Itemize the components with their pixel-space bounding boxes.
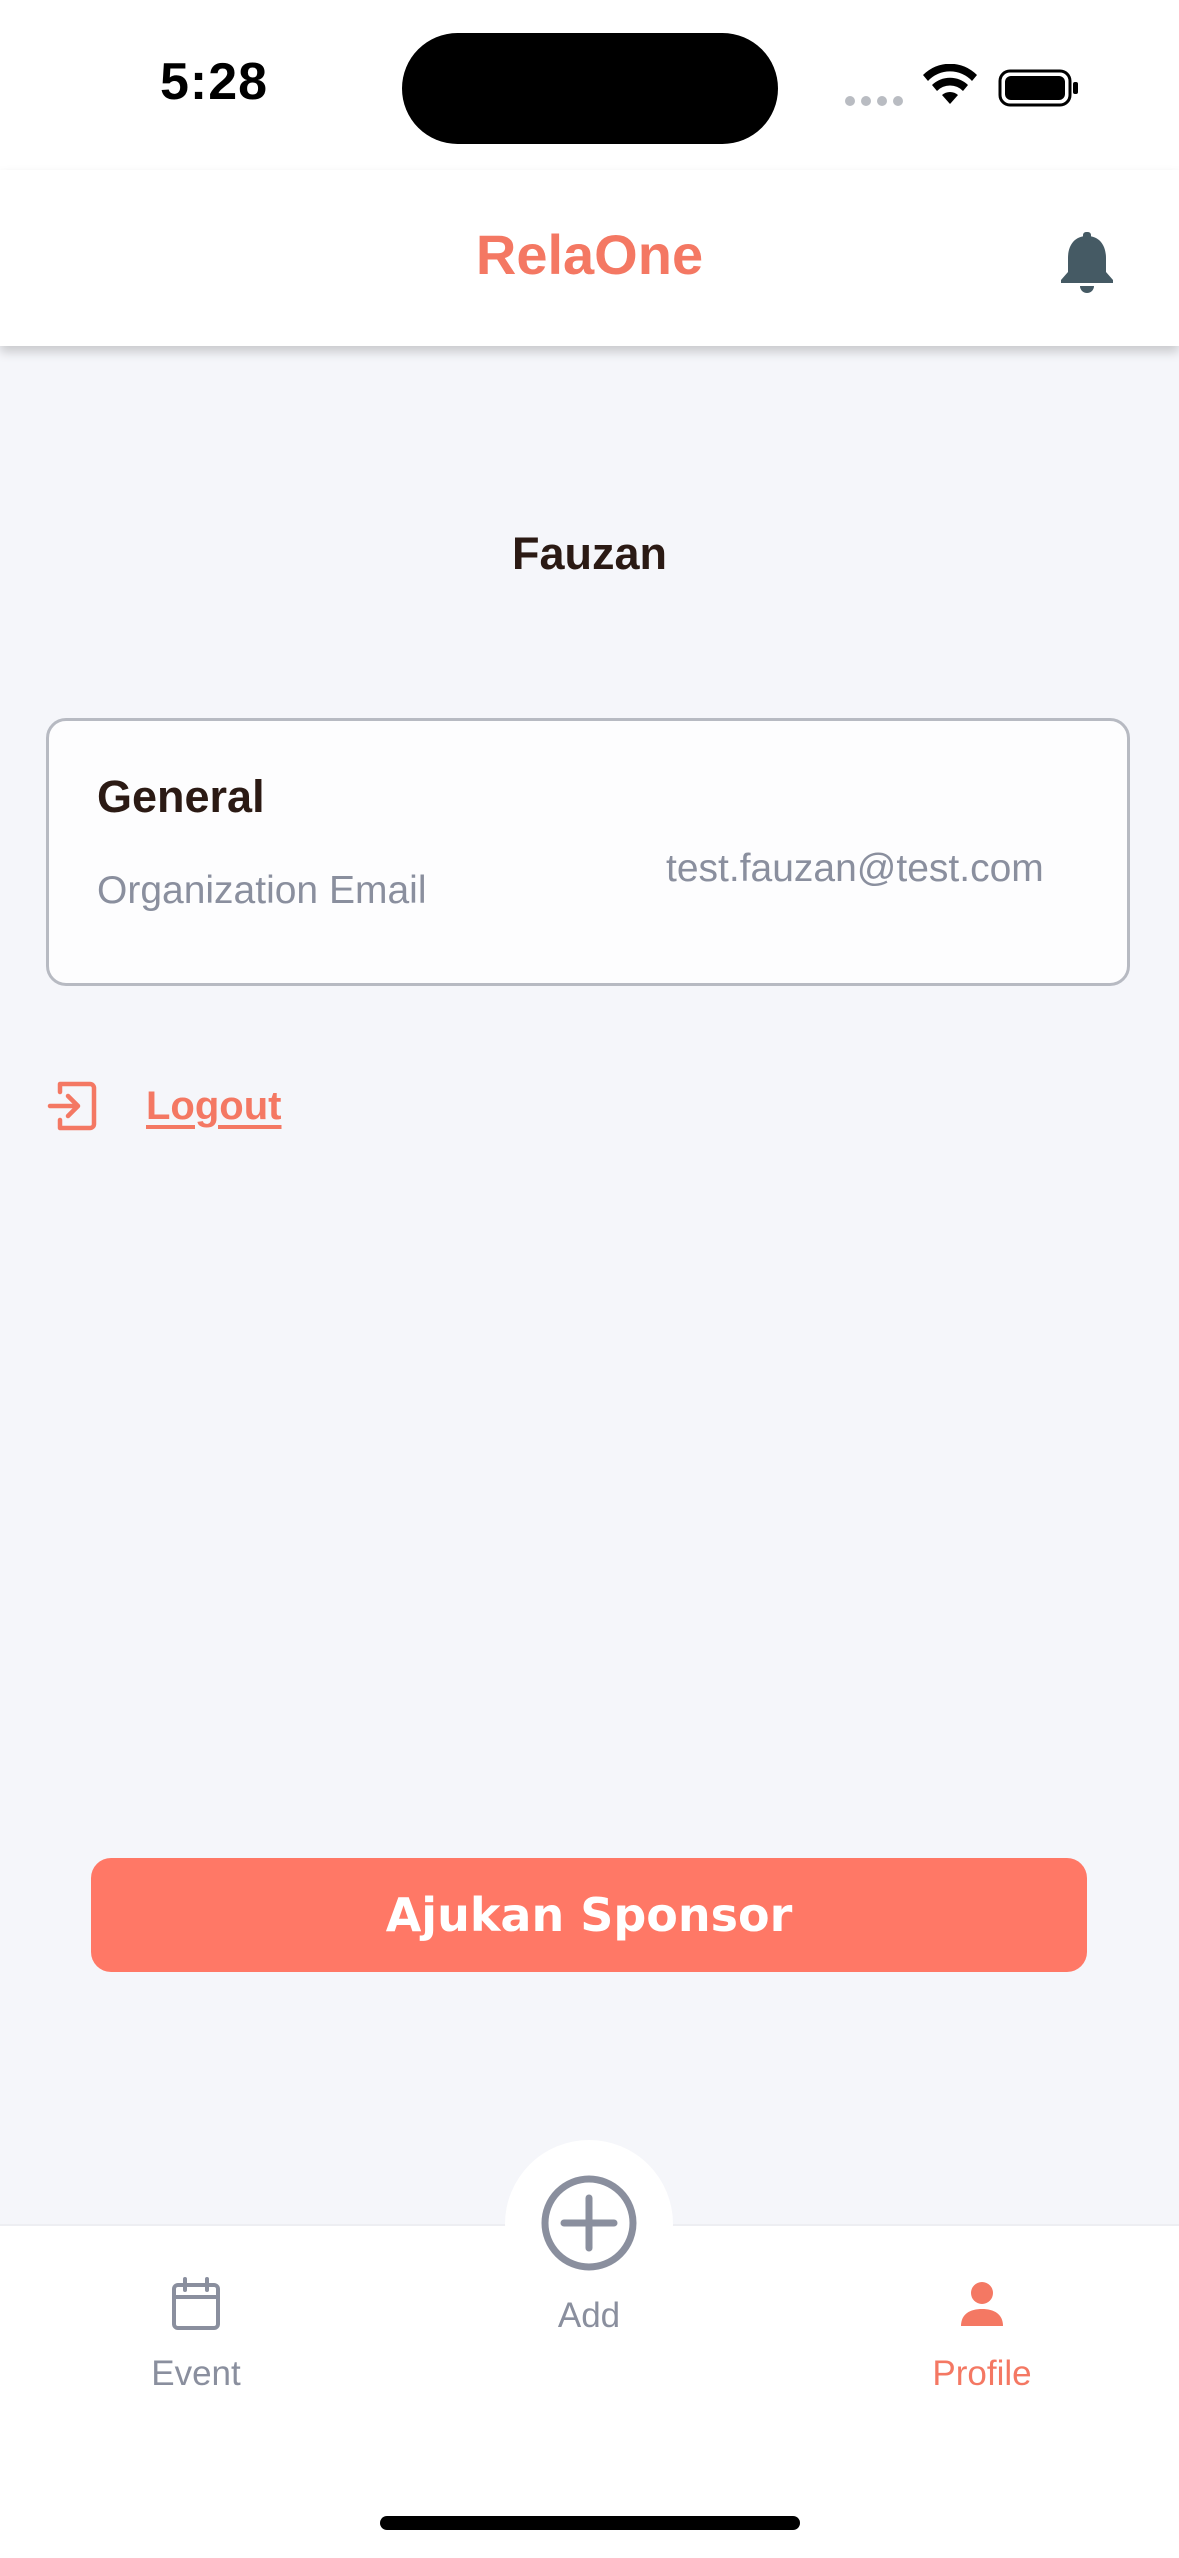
- battery-icon: [998, 69, 1078, 107]
- general-info-card: General Organization Email test.fauzan@t…: [46, 718, 1130, 986]
- status-bar: 5:28: [0, 0, 1179, 170]
- calendar-icon: [172, 2277, 220, 2330]
- general-section-title: General: [97, 771, 265, 822]
- organization-email-label: Organization Email: [97, 869, 427, 912]
- app-title: RelaOne: [475, 223, 704, 286]
- nav-profile-label: Profile: [932, 2354, 1032, 2393]
- profile-name: Fauzan: [511, 528, 668, 579]
- status-time: 5:28: [160, 53, 269, 111]
- ajukan-sponsor-button[interactable]: Ajukan Sponsor: [91, 1858, 1087, 1972]
- dynamic-island: [402, 33, 778, 144]
- organization-email-value: test.fauzan@test.com: [666, 847, 1044, 890]
- nav-add-tab[interactable]: Add: [494, 2174, 684, 2336]
- app-header: RelaOne: [0, 170, 1179, 346]
- nav-profile-tab[interactable]: Profile: [882, 2276, 1082, 2394]
- nav-add-label: Add: [557, 2296, 621, 2335]
- nav-event-label: Event: [151, 2354, 241, 2393]
- wifi-icon: [923, 64, 977, 104]
- person-icon: [961, 2282, 1003, 2326]
- logout-label: Logout: [146, 1083, 282, 1128]
- nav-event-tab[interactable]: Event: [100, 2276, 292, 2394]
- plus-circle-icon: [541, 2175, 637, 2271]
- logout-icon: [47, 1081, 97, 1131]
- bell-icon[interactable]: [1058, 230, 1116, 294]
- home-indicator[interactable]: [380, 2516, 800, 2530]
- cellular-signal-icon: [845, 96, 903, 106]
- logout-button[interactable]: Logout: [46, 1080, 282, 1132]
